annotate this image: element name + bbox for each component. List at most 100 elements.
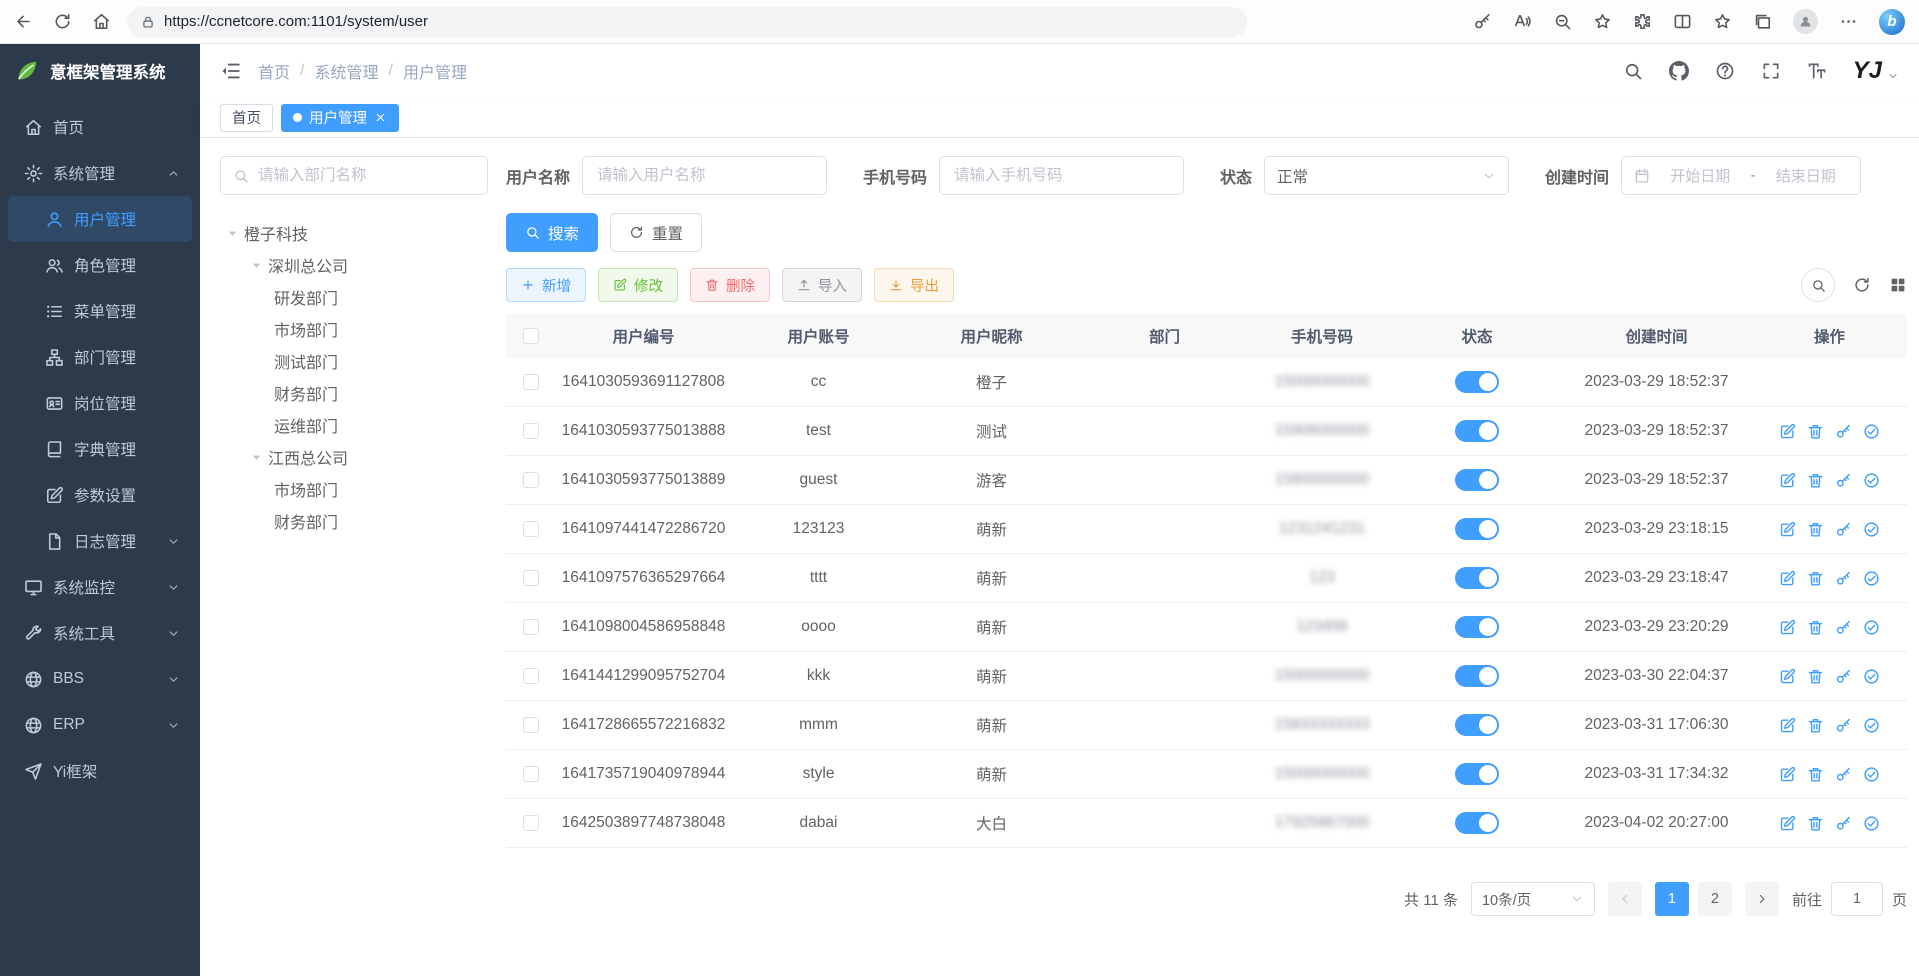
assign-role-icon[interactable]	[1863, 717, 1880, 734]
sidebar-item[interactable]: 角色管理	[8, 242, 192, 288]
favorites-bar-icon[interactable]	[1713, 12, 1732, 31]
zoom-icon[interactable]	[1553, 12, 1572, 31]
phone-input[interactable]	[939, 156, 1184, 195]
delete-icon[interactable]	[1807, 472, 1824, 489]
tree-node[interactable]: 橙子科技	[220, 217, 488, 249]
table-row[interactable]: 1642503897748738048 dabai 大白 17925867000…	[506, 799, 1907, 848]
extensions-puzzle-icon[interactable]	[1633, 12, 1652, 31]
table-row[interactable]: 1641030593691127808 cc 橙子 15000000000 20…	[506, 358, 1907, 407]
tree-node[interactable]: 财务部门	[220, 505, 488, 537]
tab[interactable]: 用户管理	[281, 104, 399, 132]
read-aloud-icon[interactable]	[1513, 12, 1532, 31]
reset-password-icon[interactable]	[1835, 668, 1852, 685]
edit-icon[interactable]	[1779, 668, 1796, 685]
fullscreen-icon[interactable]	[1761, 61, 1781, 81]
sidebar-item[interactable]: BBS	[8, 656, 192, 702]
tree-node[interactable]: 财务部门	[220, 377, 488, 409]
status-toggle[interactable]	[1455, 518, 1499, 540]
sidebar-item[interactable]: 系统监控	[8, 564, 192, 610]
reset-password-icon[interactable]	[1835, 619, 1852, 636]
row-checkbox[interactable]	[523, 374, 539, 390]
assign-role-icon[interactable]	[1863, 472, 1880, 489]
edit-icon[interactable]	[1779, 717, 1796, 734]
column-settings-button[interactable]	[1889, 276, 1907, 294]
edit-icon[interactable]	[1779, 472, 1796, 489]
status-toggle[interactable]	[1455, 665, 1499, 687]
import-button[interactable]: 导入	[782, 268, 862, 302]
browser-refresh-button[interactable]	[53, 12, 72, 31]
date-range-picker[interactable]: 开始日期 - 结束日期	[1621, 156, 1861, 195]
table-row[interactable]: 1641728665572216832 mmm 萌新 15833333333 2…	[506, 701, 1907, 750]
caret-down-icon[interactable]	[226, 227, 239, 240]
sidebar-item[interactable]: 菜单管理	[8, 288, 192, 334]
row-checkbox[interactable]	[523, 717, 539, 733]
caret-down-icon[interactable]	[250, 451, 263, 464]
status-toggle[interactable]	[1455, 616, 1499, 638]
table-row[interactable]: 1641097576365297664 tttt 萌新 123 2023-03-…	[506, 554, 1907, 603]
edit-icon[interactable]	[1779, 619, 1796, 636]
sidebar-item[interactable]: 参数设置	[8, 472, 192, 518]
status-toggle[interactable]	[1455, 714, 1499, 736]
browser-profile-avatar[interactable]	[1793, 9, 1818, 34]
assign-role-icon[interactable]	[1863, 619, 1880, 636]
edit-icon[interactable]	[1779, 570, 1796, 587]
tree-node[interactable]: 市场部门	[220, 473, 488, 505]
sidebar-item[interactable]: 字典管理	[8, 426, 192, 472]
sidebar-item[interactable]: 用户管理	[8, 196, 192, 242]
header-search-icon[interactable]	[1623, 61, 1643, 81]
reset-password-icon[interactable]	[1835, 717, 1852, 734]
page-size-select[interactable]: 10条/页	[1471, 882, 1595, 916]
add-favorite-star-icon[interactable]	[1593, 12, 1612, 31]
edit-button[interactable]: 修改	[598, 268, 678, 302]
status-toggle[interactable]	[1455, 812, 1499, 834]
delete-icon[interactable]	[1807, 521, 1824, 538]
table-row[interactable]: 1641030593775013888 test 测试 15906000000 …	[506, 407, 1907, 456]
browser-address-bar[interactable]: https://ccnetcore.com:1101/system/user	[127, 7, 1247, 37]
status-toggle[interactable]	[1455, 469, 1499, 491]
row-checkbox[interactable]	[523, 570, 539, 586]
close-icon[interactable]	[374, 111, 387, 124]
tree-node[interactable]: 江西总公司	[220, 441, 488, 473]
table-refresh-button[interactable]	[1853, 276, 1871, 294]
user-avatar[interactable]: YJ	[1853, 57, 1899, 85]
delete-icon[interactable]	[1807, 570, 1824, 587]
export-button[interactable]: 导出	[874, 268, 954, 302]
row-checkbox[interactable]	[523, 668, 539, 684]
column-header-account[interactable]: 用户账号	[732, 325, 905, 347]
delete-icon[interactable]	[1807, 668, 1824, 685]
reset-password-icon[interactable]	[1835, 815, 1852, 832]
row-checkbox[interactable]	[523, 766, 539, 782]
edit-icon[interactable]	[1779, 521, 1796, 538]
status-toggle[interactable]	[1455, 567, 1499, 589]
edit-icon[interactable]	[1779, 766, 1796, 783]
sidebar-item[interactable]: 系统工具	[8, 610, 192, 656]
assign-role-icon[interactable]	[1863, 570, 1880, 587]
font-size-icon[interactable]	[1807, 61, 1827, 81]
column-header-dept[interactable]: 部门	[1078, 325, 1251, 347]
assign-role-icon[interactable]	[1863, 668, 1880, 685]
sidebar-item[interactable]: ERP	[8, 702, 192, 748]
add-button[interactable]: 新增	[506, 268, 586, 302]
delete-icon[interactable]	[1807, 815, 1824, 832]
page-number-button[interactable]: 2	[1698, 882, 1732, 916]
dept-search-input[interactable]	[258, 167, 475, 185]
delete-icon[interactable]	[1807, 423, 1824, 440]
browser-home-button[interactable]	[92, 12, 111, 31]
assign-role-icon[interactable]	[1863, 423, 1880, 440]
row-checkbox[interactable]	[523, 815, 539, 831]
browser-back-button[interactable]	[14, 12, 33, 31]
tree-node[interactable]: 深圳总公司	[220, 249, 488, 281]
password-key-icon[interactable]	[1473, 12, 1492, 31]
status-select[interactable]: 正常	[1264, 156, 1509, 195]
reset-password-icon[interactable]	[1835, 472, 1852, 489]
goto-page-input[interactable]	[1831, 882, 1883, 916]
column-header-phone[interactable]: 手机号码	[1251, 325, 1393, 347]
tree-node[interactable]: 运维部门	[220, 409, 488, 441]
sidebar-item[interactable]: 首页	[8, 104, 192, 150]
prev-page-button[interactable]	[1608, 882, 1642, 916]
assign-role-icon[interactable]	[1863, 815, 1880, 832]
sidebar-item[interactable]: 岗位管理	[8, 380, 192, 426]
assign-role-icon[interactable]	[1863, 766, 1880, 783]
collections-icon[interactable]	[1753, 12, 1772, 31]
reset-password-icon[interactable]	[1835, 423, 1852, 440]
